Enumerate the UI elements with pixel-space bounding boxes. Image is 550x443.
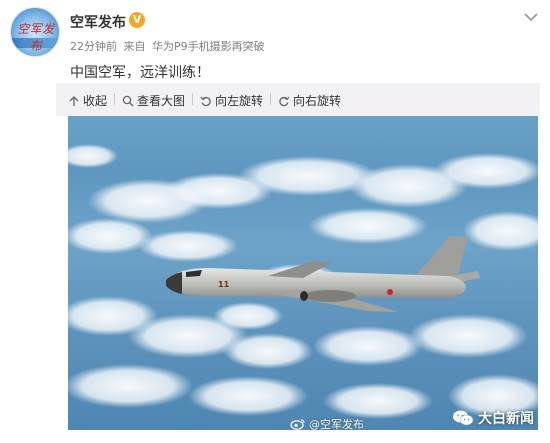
rotate-right-label: 向右旋转 [293, 94, 342, 108]
collapse-label: 收起 [83, 94, 108, 108]
post-time[interactable]: 22分钟前 [70, 40, 117, 53]
toolbar-divider [270, 93, 271, 105]
toolbar-divider [192, 93, 193, 105]
view-large-button[interactable]: 查看大图 [122, 92, 185, 109]
post-source[interactable]: 华为P9手机摄影再突破 [152, 40, 265, 53]
verified-icon: V [129, 12, 145, 28]
avatar-logo-text: 空军发布 [17, 22, 55, 53]
chevron-down-icon[interactable] [524, 12, 538, 22]
weibo-logo-icon [290, 419, 305, 430]
toolbar-divider [114, 93, 115, 105]
arrow-up-icon [69, 95, 79, 106]
wechat-logo-icon [453, 410, 474, 426]
post-photo[interactable]: 11 [68, 116, 538, 430]
post-text: 中国空军，远洋训练！ [70, 65, 210, 81]
avatar[interactable]: 空军发布 [10, 7, 60, 57]
post-header: 空军发布 空军发布 V 22分钟前 来自 华为P9手机摄影再突破 中国空军，远洋… [0, 0, 550, 82]
account-name[interactable]: 空军发布 [70, 12, 126, 32]
rotate-right-button[interactable]: 向右旋转 [278, 92, 341, 109]
magnifier-icon [122, 95, 134, 106]
rotate-left-button[interactable]: 向左旋转 [200, 92, 263, 109]
rotate-left-label: 向左旋转 [215, 94, 264, 108]
collapse-button[interactable]: 收起 [68, 92, 107, 109]
view-large-label: 查看大图 [137, 94, 186, 108]
rotate-left-icon [200, 96, 211, 106]
bottom-spacer [0, 430, 550, 443]
aircraft-number: 11 [218, 280, 230, 289]
rotate-right-icon [279, 96, 290, 106]
photo-scene: 11 [68, 144, 538, 419]
source-prefix: 来自 [123, 40, 146, 53]
image-toolbar: 收起 查看大图 向左旋转 向右旋转 [56, 83, 540, 116]
post-meta: 22分钟前 来自 华为P9手机摄影再突破 [70, 38, 268, 54]
wechat-watermark: 大白新闻 [452, 408, 534, 428]
wechat-watermark-text: 大白新闻 [478, 411, 534, 427]
